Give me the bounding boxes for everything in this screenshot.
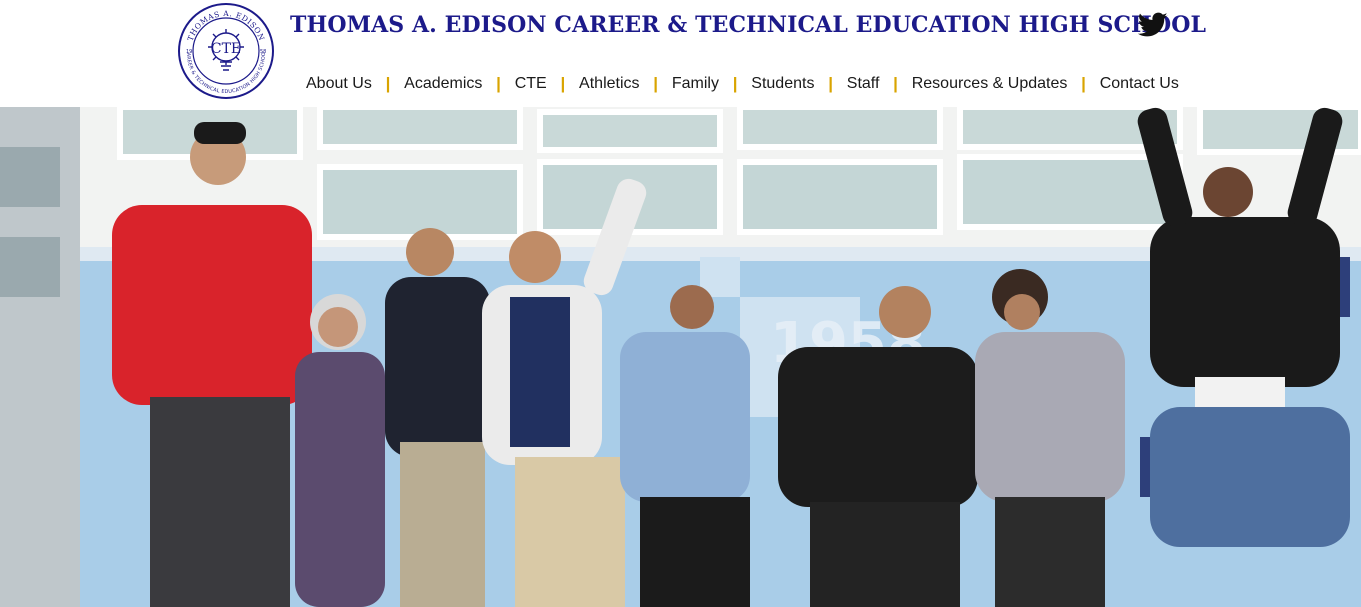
nav-item-students[interactable]: Students (745, 75, 820, 93)
site-header: THOMAS A. EDISON CAREER & TECHNICAL EDUC… (0, 0, 1361, 107)
logo-right-number: 58 (260, 49, 266, 55)
logo-left-number: 19 (186, 49, 192, 55)
nav-item-family[interactable]: Family (666, 75, 725, 93)
nav-separator: | (1081, 74, 1086, 93)
nav-item-contact-us[interactable]: Contact Us (1094, 75, 1185, 93)
nav-separator: | (732, 74, 738, 93)
nav-item-cte[interactable]: CTE (509, 75, 553, 93)
student-puffer-jacket (1137, 107, 1350, 547)
nav-item-academics[interactable]: Academics (398, 75, 488, 93)
nav-item-resources-updates[interactable]: Resources & Updates (906, 75, 1074, 93)
nav-separator: | (828, 74, 833, 93)
main-nav: About Us | Academics | CTE | Athletics |… (300, 72, 1185, 96)
hero-photo-students-jumping: 1958 (0, 107, 1361, 607)
nav-separator: | (653, 74, 659, 93)
nav-item-about-us[interactable]: About Us (300, 75, 378, 93)
logo-center-text: CTE (211, 41, 241, 57)
nav-item-athletics[interactable]: Athletics (573, 75, 645, 93)
nav-separator: | (560, 74, 566, 93)
nav-separator: | (893, 74, 898, 93)
school-logo[interactable]: THOMAS A. EDISON CAREER & TECHNICAL EDUC… (177, 2, 275, 100)
nav-item-staff[interactable]: Staff (841, 75, 886, 93)
nav-separator: | (385, 74, 391, 93)
twitter-icon[interactable] (1138, 12, 1168, 38)
hero-image: 1958 (0, 107, 1361, 607)
school-title[interactable]: THOMAS A. EDISON CAREER & TECHNICAL EDUC… (290, 12, 1206, 38)
student-varsity-jacket (385, 228, 490, 607)
nav-separator: | (496, 74, 501, 93)
